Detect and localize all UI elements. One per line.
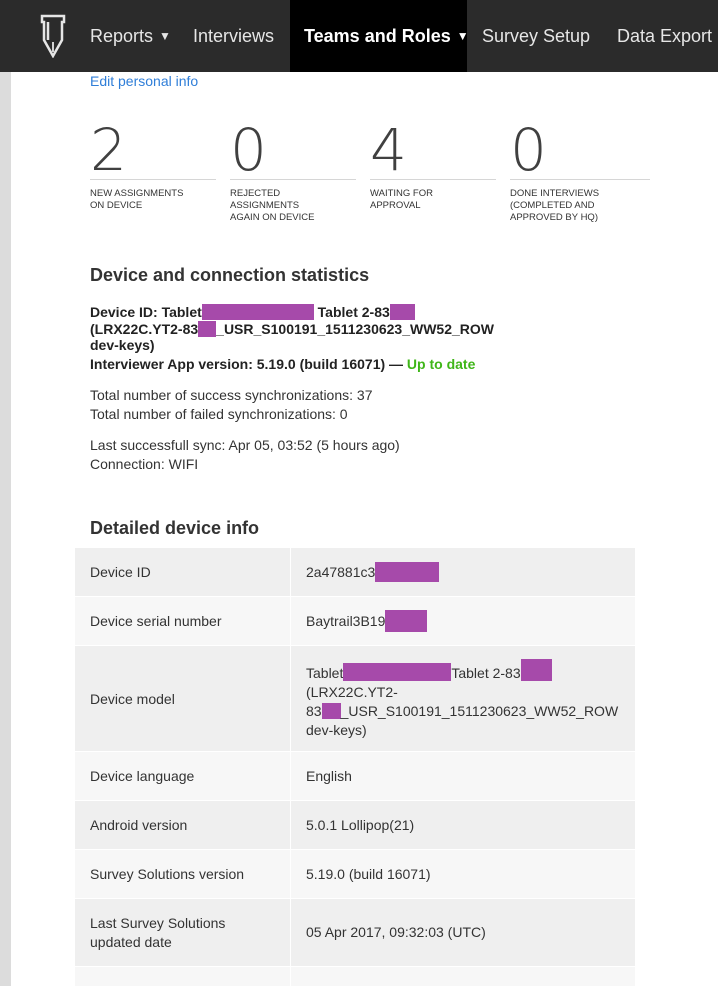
device-id-line-1: Device ID: Tablet Tablet 2-83 [90, 304, 415, 320]
nav-teams-and-roles[interactable]: Teams and Roles ▼ [290, 0, 469, 72]
redaction-block [198, 321, 217, 337]
caret-down-icon: ▼ [159, 29, 171, 43]
stat-rejected-assignments: 0 REJECTED ASSIGNMENTS AGAIN ON DEVICE [230, 118, 356, 224]
row-key: Last Survey Solutions updated date [75, 899, 291, 966]
redaction-block [389, 304, 415, 320]
key-line: updated date [90, 934, 172, 950]
device-id-text: (LRX22C.YT2-83 [90, 321, 199, 337]
stat-label-line: NEW ASSIGNMENTS [90, 188, 184, 199]
stat-label-line: REJECTED [230, 188, 281, 199]
redaction-block [520, 659, 552, 681]
redaction-block [375, 562, 440, 582]
row-key: Android version [75, 801, 291, 849]
row-value: Tablet Tablet 2-83 (LRX22C.YT2- 83 _USR_S1… [291, 646, 635, 751]
table-row: Survey Solutions version 5.19.0 (build 1… [75, 850, 635, 899]
nav-teams-label: Teams and Roles [304, 26, 451, 46]
device-info-table: Device ID 2a47881c3 Device serial number… [75, 548, 635, 986]
nav-survey-setup[interactable]: Survey Setup [482, 0, 590, 72]
row-value: 05 Apr 2017, 09:32:03 (UTC) [306, 924, 486, 940]
key-line: Last Survey Solutions [90, 915, 226, 931]
caret-down-icon: ▼ [456, 29, 469, 43]
value-line: Tablet Tablet 2-83 [306, 659, 620, 683]
redaction-block [385, 610, 428, 632]
row-key [75, 967, 291, 986]
stat-waiting-approval: 4 WAITING FOR APPROVAL [370, 118, 496, 212]
stat-label-line: DONE INTERVIEWS [510, 188, 600, 199]
value-text: Tablet [306, 665, 344, 681]
detailed-info-heading: Detailed device info [90, 518, 260, 538]
value-line: 83 _USR_S100191_1511230623_WW52_ROW [306, 702, 620, 721]
row-key: Device serial number [75, 597, 291, 645]
row-value: 5.19.0 (build 16071) [306, 865, 431, 882]
stat-label-line: WAITING FOR [370, 188, 433, 199]
failed-syncs: Total number of failed synchronizations:… [90, 406, 348, 422]
stat-label-line: (COMPLETED AND [510, 200, 595, 211]
value-text: Tablet 2-83 [451, 665, 521, 681]
last-sync: Last successfull sync: Apr 05, 03:52 (5 … [90, 437, 400, 453]
stat-value: 0 [510, 116, 547, 184]
redaction-block [201, 304, 314, 320]
app-version-line: Interviewer App version: 5.19.0 (build 1… [90, 356, 475, 372]
stat-value: 2 [90, 116, 127, 184]
redaction-block [343, 663, 452, 681]
redaction-block [321, 703, 341, 719]
row-value: Baytrail3B19 [291, 597, 635, 645]
value-text: Baytrail3B19 [306, 612, 386, 629]
table-row: Device model Tablet Tablet 2-83 (LRX22C.Y… [75, 646, 635, 752]
left-sidebar-strip [0, 72, 11, 986]
table-row: Last Survey Solutions updated date 05 Ap… [75, 899, 635, 967]
device-id-line-3: dev-keys) [90, 337, 155, 353]
device-id-line-2: (LRX22C.YT2-83 _USR_S100191_1511230623_WW… [90, 321, 494, 337]
device-stats-heading: Device and connection statistics [90, 265, 370, 285]
stat-label-line: APPROVED BY HQ) [510, 212, 598, 223]
stat-label: REJECTED ASSIGNMENTS AGAIN ON DEVICE [230, 188, 356, 224]
stat-label: DONE INTERVIEWS (COMPLETED AND APPROVED … [510, 188, 650, 224]
nav-interviews[interactable]: Interviews [193, 0, 274, 72]
nav-data-export[interactable]: Data Export [617, 0, 712, 72]
stat-value: 0 [230, 116, 267, 184]
row-value [291, 967, 635, 986]
row-key: Device model [75, 646, 291, 751]
stat-new-assignments: 2 NEW ASSIGNMENTS ON DEVICE [90, 118, 216, 212]
table-row: Device ID 2a47881c3 [75, 548, 635, 597]
table-row: Device language English [75, 752, 635, 801]
device-id-text: Tablet 2-83 [317, 304, 390, 320]
device-id-text: Device ID: Tablet [90, 304, 202, 320]
value-line: (LRX22C.YT2- [306, 684, 398, 700]
row-key: Device language [75, 752, 291, 800]
stat-label-line: ON DEVICE [90, 200, 143, 211]
device-id-text: _USR_S100191_1511230623_WW52_ROW [216, 321, 495, 337]
row-value: English [306, 767, 352, 784]
table-row: Android version 5.0.1 Lollipop(21) [75, 801, 635, 850]
edit-personal-info-link[interactable]: Edit personal info [90, 73, 198, 89]
row-key: Survey Solutions version [75, 850, 291, 898]
nav-reports[interactable]: Reports ▼ [90, 0, 171, 72]
value-text: 2a47881c3 [306, 563, 376, 580]
table-row [75, 967, 635, 986]
stat-label-line: APPROVAL [370, 200, 421, 211]
stat-label: NEW ASSIGNMENTS ON DEVICE [90, 188, 216, 212]
value-text: _USR_S100191_1511230623_WW52_ROW [340, 703, 619, 719]
nav-reports-label: Reports [90, 26, 154, 46]
app-status-badge: Up to date [406, 356, 476, 372]
value-text: 83 [306, 703, 322, 719]
top-navbar: Reports ▼ Interviews Teams and Roles ▼ Sur… [0, 0, 718, 72]
stat-value: 4 [370, 116, 407, 184]
pen-logo-icon[interactable] [38, 14, 68, 58]
app-version-text: Interviewer App version: 5.19.0 (build 1… [90, 356, 404, 372]
connection: Connection: WIFI [90, 456, 199, 472]
row-value: 5.0.1 Lollipop(21) [306, 816, 415, 833]
stat-label: WAITING FOR APPROVAL [370, 188, 496, 212]
success-syncs: Total number of success synchronizations… [90, 387, 373, 403]
value-line: dev-keys) [306, 722, 367, 738]
row-value: 2a47881c3 [291, 548, 635, 596]
stat-label-line: AGAIN ON DEVICE [230, 212, 315, 223]
stat-done-interviews: 0 DONE INTERVIEWS (COMPLETED AND APPROVE… [510, 118, 650, 224]
table-row: Device serial number Baytrail3B19 [75, 597, 635, 646]
row-key: Device ID [75, 548, 291, 596]
stat-label-line: ASSIGNMENTS [230, 200, 300, 211]
